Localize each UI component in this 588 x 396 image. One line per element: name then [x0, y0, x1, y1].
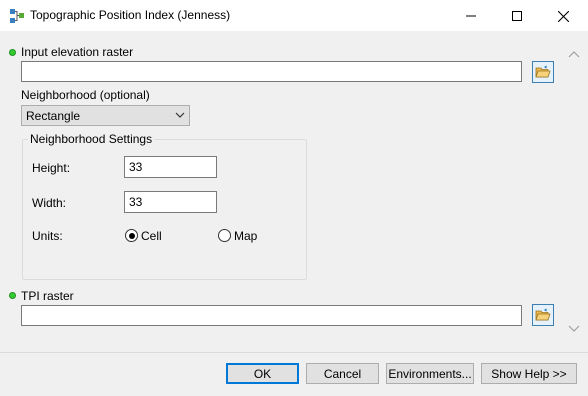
cancel-button[interactable]: Cancel: [306, 363, 379, 384]
input-elevation-field[interactable]: [21, 61, 522, 82]
neighborhood-select[interactable]: Rectangle: [21, 105, 190, 126]
show-help-button[interactable]: Show Help >>: [481, 363, 577, 384]
maximize-button[interactable]: [494, 0, 540, 32]
units-label: Units:: [32, 229, 63, 243]
model-tool-icon: [9, 8, 25, 24]
tpi-raster-browse-button[interactable]: [532, 304, 554, 326]
tool-parameters-panel: Input elevation raster Neighborhood (opt…: [0, 32, 588, 352]
units-map-radio[interactable]: [218, 229, 231, 242]
width-label: Width:: [32, 196, 67, 210]
open-folder-icon: [535, 308, 551, 321]
height-label: Height:: [32, 161, 71, 175]
neighborhood-label: Neighborhood (optional): [21, 88, 150, 102]
minimize-button[interactable]: [448, 0, 494, 32]
open-folder-icon: [535, 65, 551, 78]
close-icon: [557, 10, 569, 22]
close-button[interactable]: [540, 0, 586, 32]
height-field[interactable]: 33: [124, 156, 217, 178]
tpi-raster-label: TPI raster: [21, 289, 74, 303]
required-indicator-icon: [9, 49, 16, 56]
units-cell-radio[interactable]: [125, 229, 138, 242]
chevron-down-icon: [175, 112, 185, 118]
maximize-icon: [512, 11, 522, 21]
environments-button[interactable]: Environments...: [386, 363, 474, 384]
scroll-down-icon[interactable]: [568, 325, 580, 333]
neighborhood-selected-value: Rectangle: [26, 109, 81, 123]
window-title: Topographic Position Index (Jenness): [30, 8, 231, 22]
input-elevation-browse-button[interactable]: [532, 61, 554, 83]
scroll-up-icon[interactable]: [568, 50, 580, 58]
required-indicator-icon: [9, 292, 16, 299]
minimize-icon: [466, 15, 476, 17]
units-map-label[interactable]: Map: [234, 229, 257, 243]
neighborhood-settings-title: Neighborhood Settings: [28, 132, 155, 146]
units-cell-label[interactable]: Cell: [141, 229, 162, 243]
width-field[interactable]: 33: [124, 191, 217, 213]
input-elevation-label: Input elevation raster: [21, 45, 134, 59]
dialog-footer: OK Cancel Environments... Show Help >>: [0, 352, 588, 396]
ok-button[interactable]: OK: [226, 363, 299, 384]
tpi-raster-field[interactable]: [21, 305, 522, 326]
title-bar[interactable]: Topographic Position Index (Jenness): [0, 0, 588, 32]
